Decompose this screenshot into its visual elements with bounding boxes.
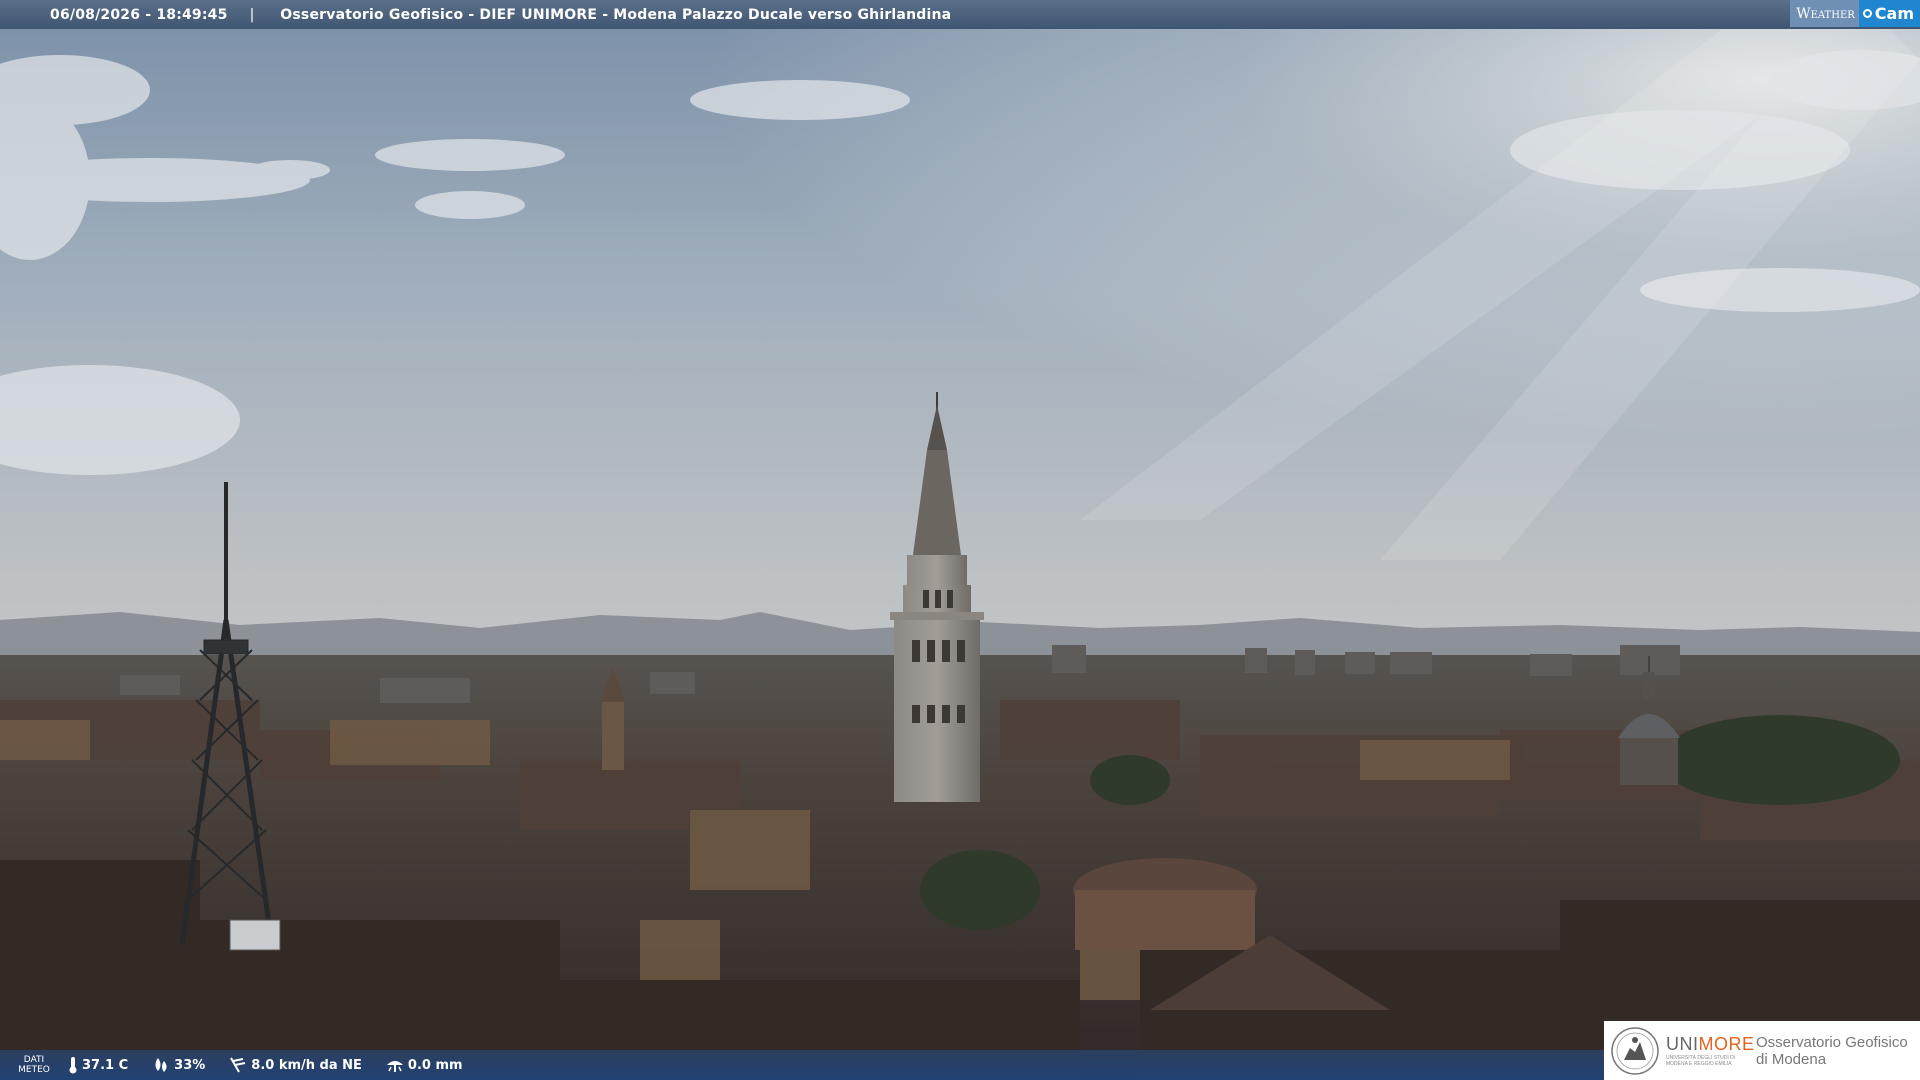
humidity-icon <box>155 1058 167 1072</box>
logo-cam-box: Cam <box>1858 0 1920 27</box>
unimore-logo-panel: UNIMORE UNIVERSITÀ DEGLI STUDI DI MODENA… <box>1604 1021 1920 1080</box>
logo-weather-text: Weather <box>1790 0 1859 27</box>
separator: | <box>249 6 255 23</box>
logo-cam-text: Cam <box>1874 4 1914 23</box>
webcam-scene <box>0 0 1920 1080</box>
camera-title: Osservatorio Geofisico - DIEF UNIMORE - … <box>280 6 952 23</box>
rain-gauge-icon <box>386 1061 403 1072</box>
timestamp: 06/08/2026 - 18:49:45 <box>50 6 228 23</box>
weathercam-logo: Weather Cam <box>1790 0 1920 27</box>
temperature-reading: 37.1 C <box>68 1056 128 1074</box>
university-seal-icon <box>1611 1026 1659 1075</box>
lens-icon <box>1862 9 1872 18</box>
top-info-bar: 06/08/2026 - 18:49:45 | Osservatorio Geo… <box>0 0 1920 29</box>
unimore-subtitle: UNIVERSITÀ DEGLI STUDI DI MODENA E REGGI… <box>1666 1055 1736 1067</box>
wind-value: 8.0 km/h da NE <box>251 1057 362 1073</box>
rain-reading: 0.0 mm <box>386 1057 463 1073</box>
thermometer-icon <box>69 1057 77 1074</box>
observatory-name: Osservatorio Geofisico di Modena <box>1756 1033 1908 1068</box>
trees <box>920 850 1040 930</box>
weather-label: DATI METEO <box>18 1055 50 1075</box>
humidity-reading: 33% <box>152 1057 205 1073</box>
rain-value: 0.0 mm <box>407 1057 463 1073</box>
wind-icon <box>230 1057 246 1073</box>
wind-reading: 8.0 km/h da NE <box>229 1056 362 1074</box>
temperature-value: 37.1 C <box>82 1057 129 1073</box>
unimore-wordmark: UNIMORE UNIVERSITÀ DEGLI STUDI DI MODENA… <box>1666 1034 1755 1067</box>
unimore-name: UNIMORE <box>1666 1034 1755 1054</box>
humidity-value: 33% <box>174 1057 206 1073</box>
